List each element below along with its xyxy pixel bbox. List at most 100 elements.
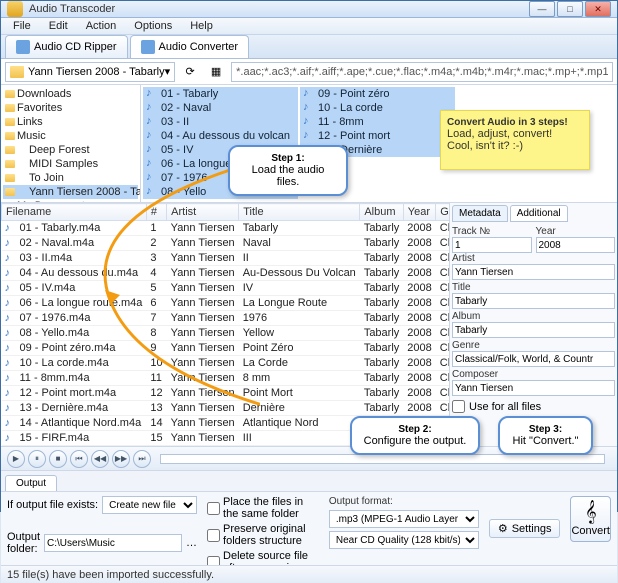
table-row[interactable]: 02 - Naval.m4a2Yann TiersenNavalTabarly2…: [2, 236, 450, 251]
quality-select[interactable]: Near CD Quality (128 kbit/s): [329, 531, 479, 549]
tree-item[interactable]: Downloads: [3, 87, 138, 101]
file-item[interactable]: 02 - Naval: [143, 101, 298, 115]
output-tab[interactable]: Output: [5, 475, 57, 491]
folder-icon: [10, 66, 24, 78]
table-row[interactable]: 07 - 1976.m4a7Yann Tiersen1976Tabarly200…: [2, 311, 450, 326]
forward-button[interactable]: ▶▶: [112, 450, 130, 468]
title-input[interactable]: [452, 293, 615, 309]
pause-button[interactable]: ⏸: [28, 450, 46, 468]
track-grid[interactable]: Filename#ArtistTitleAlbumYearGenreCompos…: [1, 203, 449, 446]
converter-icon: [141, 40, 155, 54]
app-icon: [7, 1, 23, 17]
metadata-panel: Metadata Additional Track № Year Artist …: [449, 203, 617, 446]
file-item[interactable]: 01 - Tabarly: [143, 87, 298, 101]
table-row[interactable]: 01 - Tabarly.m4a1Yann TiersenTabarlyTaba…: [2, 221, 450, 236]
rewind-button[interactable]: ◀◀: [91, 450, 109, 468]
output-folder-input[interactable]: [44, 534, 182, 552]
cd-icon: [16, 40, 30, 54]
tree-item[interactable]: To Join: [3, 171, 138, 185]
callout-step3: Step 3:Hit "Convert.": [498, 416, 593, 455]
file-item[interactable]: 12 - Point mort: [300, 129, 455, 143]
tree-item[interactable]: My Documents: [3, 199, 138, 202]
callout-step1: Step 1:Load the audio files.: [228, 145, 348, 196]
track-no-input[interactable]: [452, 237, 532, 253]
table-row[interactable]: 13 - Dernière.m4a13Yann TiersenDernièreT…: [2, 401, 450, 416]
preserve-folders-checkbox[interactable]: Preserve original folders structure: [207, 523, 319, 547]
table-row[interactable]: 05 - IV.m4a5Yann TiersenIVTabarly2008Cla…: [2, 281, 450, 296]
refresh-button[interactable]: ⟳: [179, 61, 201, 83]
menu-edit[interactable]: Edit: [41, 18, 76, 34]
next-button[interactable]: ⏭: [133, 450, 151, 468]
file-item[interactable]: 03 - II: [143, 115, 298, 129]
menu-action[interactable]: Action: [78, 18, 125, 34]
use-all-checkbox[interactable]: Use for all files: [452, 400, 615, 413]
column-header[interactable]: Artist: [167, 204, 239, 221]
table-row[interactable]: 12 - Point mort.m4a12Yann TiersenPoint M…: [2, 386, 450, 401]
same-folder-checkbox[interactable]: Place the files in the same folder: [207, 496, 319, 520]
file-item[interactable]: 11 - 8mm: [300, 115, 455, 129]
menubar: File Edit Action Options Help: [1, 18, 617, 35]
view-button[interactable]: ▦: [205, 61, 227, 83]
tree-item[interactable]: Links: [3, 115, 138, 129]
column-header[interactable]: Year: [403, 204, 435, 221]
composer-input[interactable]: [452, 380, 615, 396]
meta-tab-metadata[interactable]: Metadata: [452, 205, 508, 222]
folder-tree[interactable]: Downloads Favorites Links Music Deep For…: [1, 85, 141, 202]
tree-item[interactable]: Favorites: [3, 101, 138, 115]
column-header[interactable]: Title: [239, 204, 360, 221]
menu-help[interactable]: Help: [182, 18, 221, 34]
tree-item[interactable]: Deep Forest: [3, 143, 138, 157]
callout-step2: Step 2:Configure the output.: [350, 416, 480, 455]
table-row[interactable]: 03 - II.m4a3Yann TiersenIITabarly2008Cla…: [2, 251, 450, 266]
tree-item-selected[interactable]: Yann Tiersen 2008 - Tabarly: [3, 185, 138, 199]
convert-button[interactable]: 𝄞Convert: [570, 496, 611, 542]
chevron-down-icon: ▾: [165, 65, 171, 78]
menu-file[interactable]: File: [5, 18, 39, 34]
maximize-button[interactable]: □: [557, 1, 583, 17]
tree-item[interactable]: Music: [3, 129, 138, 143]
meta-tab-additional[interactable]: Additional: [510, 205, 568, 222]
stop-button[interactable]: ■: [49, 450, 67, 468]
sticky-note: Convert Audio in 3 steps! Load, adjust, …: [440, 110, 590, 170]
treble-clef-icon: 𝄞: [585, 501, 597, 524]
titlebar[interactable]: Audio Transcoder — □ ✕: [1, 1, 617, 18]
format-select[interactable]: .mp3 (MPEG-1 Audio Layer 3): [329, 510, 479, 528]
file-item[interactable]: 09 - Point zéro: [300, 87, 455, 101]
play-button[interactable]: ▶: [7, 450, 25, 468]
minimize-button[interactable]: —: [529, 1, 555, 17]
artist-input[interactable]: [452, 264, 615, 280]
window-title: Audio Transcoder: [29, 3, 529, 15]
file-item[interactable]: 04 - Au dessous du volcan: [143, 129, 298, 143]
menu-options[interactable]: Options: [126, 18, 180, 34]
extension-filter[interactable]: [231, 62, 613, 82]
browse-icon[interactable]: …: [186, 537, 197, 549]
album-input[interactable]: [452, 322, 615, 338]
progress-bar[interactable]: [160, 454, 605, 464]
file-item[interactable]: 10 - La corde: [300, 101, 455, 115]
year-input[interactable]: [536, 237, 616, 253]
tab-cd-ripper[interactable]: Audio CD Ripper: [5, 35, 128, 58]
tab-audio-converter[interactable]: Audio Converter: [130, 35, 250, 58]
settings-button[interactable]: ⚙Settings: [489, 519, 561, 538]
table-row[interactable]: 10 - La corde.m4a10Yann TiersenLa CordeT…: [2, 356, 450, 371]
column-header[interactable]: Genre: [436, 204, 449, 221]
exists-select[interactable]: Create new file: [102, 496, 197, 514]
table-row[interactable]: 08 - Yello.m4a8Yann TiersenYellowTabarly…: [2, 326, 450, 341]
output-panel: If output file exists:Create new file Ou…: [1, 491, 617, 565]
column-header[interactable]: Album: [360, 204, 403, 221]
main-tabs: Audio CD Ripper Audio Converter: [1, 35, 617, 59]
table-row[interactable]: 09 - Point zéro.m4a9Yann TiersenPoint Zé…: [2, 341, 450, 356]
column-header[interactable]: #: [146, 204, 166, 221]
tree-item[interactable]: MIDI Samples: [3, 157, 138, 171]
table-row[interactable]: 11 - 8mm.m4a11Yann Tiersen8 mmTabarly200…: [2, 371, 450, 386]
table-row[interactable]: 06 - La longue route.m4a6Yann TiersenLa …: [2, 296, 450, 311]
folder-dropdown[interactable]: Yann Tiersen 2008 - Tabarly ▾: [5, 62, 175, 82]
gear-icon: ⚙: [498, 522, 508, 535]
table-row[interactable]: 04 - Au dessous du.m4a4Yann TiersenAu-De…: [2, 266, 450, 281]
status-bar: 15 file(s) have been imported successful…: [1, 565, 617, 583]
toolbar: Yann Tiersen 2008 - Tabarly ▾ ⟳ ▦: [1, 59, 617, 85]
genre-input[interactable]: [452, 351, 615, 367]
column-header[interactable]: Filename: [2, 204, 147, 221]
close-button[interactable]: ✕: [585, 1, 611, 17]
prev-button[interactable]: ⏮: [70, 450, 88, 468]
